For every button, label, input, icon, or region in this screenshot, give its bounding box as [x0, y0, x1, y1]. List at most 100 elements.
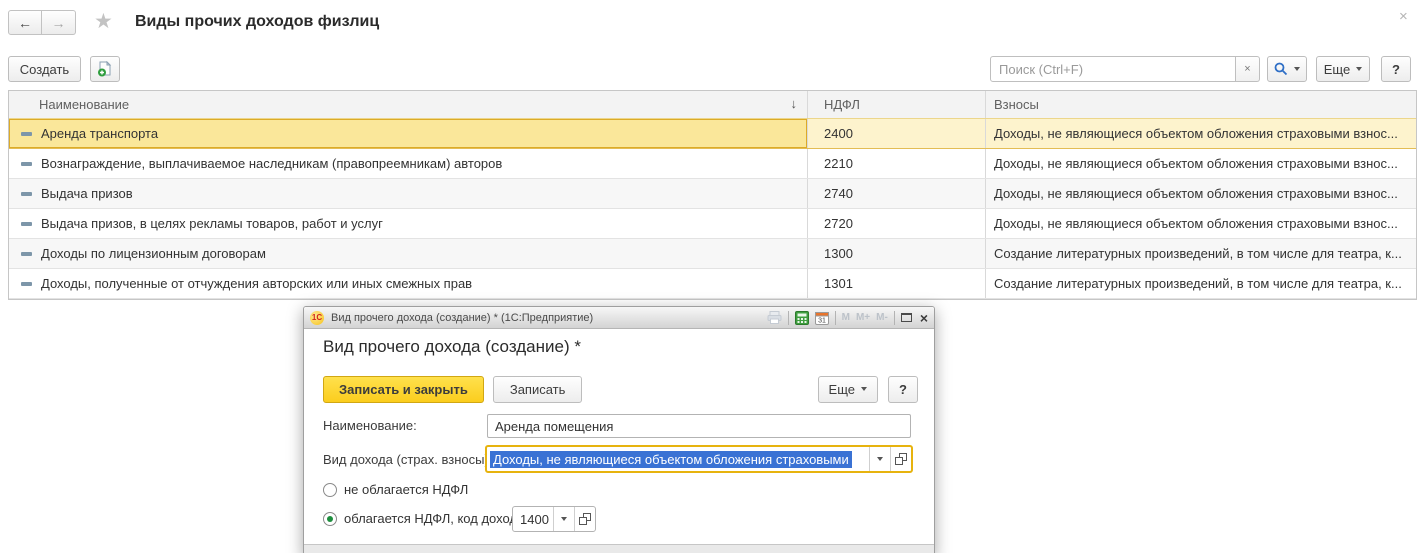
cell-ndfl[interactable]: 1301 — [807, 269, 985, 298]
item-dash-icon — [21, 162, 32, 166]
cell-name[interactable]: Вознаграждение, выплачиваемое наследника… — [9, 149, 807, 178]
cell-vznosy-text: Создание литературных произведений, в то… — [994, 276, 1402, 291]
cell-vznosy[interactable]: Создание литературных произведений, в то… — [985, 269, 1416, 298]
table-row[interactable]: Вознаграждение, выплачиваемое наследника… — [9, 149, 1416, 179]
dialog-titlebar[interactable]: 1С Вид прочего дохода (создание) * (1С:П… — [304, 307, 934, 329]
back-arrow-icon: ← — [18, 15, 32, 31]
income-code-open-button[interactable] — [574, 507, 595, 531]
calendar-icon[interactable]: 31 — [815, 311, 829, 325]
cell-name-text: Доходы по лицензионным договорам — [41, 246, 266, 261]
memory-button[interactable]: M — [842, 312, 850, 323]
name-field-label: Наименование: — [323, 418, 417, 433]
create-button-label: Создать — [20, 62, 69, 77]
search-clear-button[interactable]: × — [1236, 56, 1260, 82]
memory-plus-button[interactable]: M+ — [856, 312, 870, 323]
forward-arrow-icon: → — [52, 15, 66, 31]
print-icon[interactable] — [767, 311, 782, 324]
radio-no-ndfl[interactable]: не облагается НДФЛ — [323, 482, 468, 497]
save-and-close-button[interactable]: Записать и закрыть — [323, 376, 484, 403]
back-button[interactable]: ← — [8, 10, 42, 35]
cell-vznosy-text: Доходы, не являющиеся объектом обложения… — [994, 186, 1398, 201]
cell-name[interactable]: Выдача призов, в целях рекламы товаров, … — [9, 209, 807, 238]
open-in-window-icon — [895, 453, 907, 465]
maximize-icon[interactable] — [901, 313, 912, 322]
create-button[interactable]: Создать — [8, 56, 81, 82]
create-new-item-icon-button[interactable] — [90, 56, 120, 82]
more-button-label: Еще — [1324, 62, 1350, 77]
cell-vznosy[interactable]: Доходы, не являющиеся объектом обложения… — [985, 119, 1416, 148]
cell-name[interactable]: Выдача призов — [9, 179, 807, 208]
search-icon — [1274, 62, 1288, 76]
cell-vznosy-text: Доходы, не являющиеся объектом обложения… — [994, 216, 1398, 231]
help-button[interactable]: ? — [1381, 56, 1411, 82]
income-code-value[interactable]: 1400 — [513, 507, 553, 531]
calendar-day-label: 31 — [818, 317, 826, 324]
calculator-icon[interactable] — [795, 311, 809, 325]
dialog-help-button[interactable]: ? — [888, 376, 918, 403]
cell-vznosy-text: Доходы, не являющиеся объектом обложения… — [994, 156, 1398, 171]
dialog-bottom-frame — [304, 544, 934, 553]
dialog-more-label: Еще — [829, 382, 855, 397]
income-code-combo[interactable]: 1400 — [512, 506, 596, 532]
item-dash-icon — [21, 282, 32, 286]
table-row[interactable]: Доходы, полученные от отчуждения авторск… — [9, 269, 1416, 299]
dialog-heading: Вид прочего дохода (создание) * — [323, 337, 581, 357]
radio-selected-icon[interactable] — [323, 512, 337, 526]
page-close-icon[interactable]: × — [1399, 8, 1408, 25]
cell-vznosy[interactable]: Доходы, не являющиеся объектом обложения… — [985, 179, 1416, 208]
cell-name[interactable]: Доходы по лицензионным договорам — [9, 239, 807, 268]
cell-vznosy[interactable]: Доходы, не являющиеся объектом обложения… — [985, 149, 1416, 178]
dialog-button-row: Записать и закрыть Записать Еще ? — [323, 375, 918, 403]
income-type-value[interactable]: Доходы, не являющиеся объектом обложения… — [487, 447, 869, 471]
income-type-combo[interactable]: Доходы, не являющиеся объектом обложения… — [485, 445, 913, 473]
column-header-vznosy-label: Взносы — [994, 97, 1039, 112]
income-type-open-button[interactable] — [890, 447, 911, 471]
forward-button[interactable]: → — [42, 10, 76, 35]
column-header-vznosy[interactable]: Взносы — [985, 91, 1416, 118]
cell-ndfl[interactable]: 1300 — [807, 239, 985, 268]
chevron-down-icon — [561, 517, 567, 521]
radio-ndfl[interactable]: облагается НДФЛ, код дохода: — [323, 511, 528, 526]
more-button[interactable]: Еще — [1316, 56, 1370, 82]
save-button[interactable]: Записать — [493, 376, 583, 403]
cell-name-text: Аренда транспорта — [41, 126, 158, 141]
sort-arrow-icon: ↓ — [791, 96, 798, 111]
cell-name-text: Вознаграждение, выплачиваемое наследника… — [41, 156, 502, 171]
income-type-dropdown-button[interactable] — [869, 447, 890, 471]
titlebar-tools: 31 M M+ M- × — [767, 310, 928, 326]
cell-name-text: Доходы, полученные от отчуждения авторск… — [41, 276, 472, 291]
dialog-close-icon[interactable]: × — [920, 310, 928, 326]
radio-circle-icon[interactable] — [323, 483, 337, 497]
chevron-down-icon — [1294, 67, 1300, 71]
cell-ndfl-text: 1300 — [824, 246, 853, 261]
table-row[interactable]: Выдача призов 2740 Доходы, не являющиеся… — [9, 179, 1416, 209]
cell-vznosy[interactable]: Создание литературных произведений, в то… — [985, 239, 1416, 268]
cell-ndfl[interactable]: 2210 — [807, 149, 985, 178]
cell-vznosy[interactable]: Доходы, не являющиеся объектом обложения… — [985, 209, 1416, 238]
column-header-name[interactable]: Наименование ↓ — [9, 91, 807, 118]
search-input[interactable] — [990, 56, 1236, 82]
favorite-star-icon[interactable]: ★ — [94, 9, 113, 34]
titlebar-separator — [788, 311, 789, 325]
dialog-titlebar-title: Вид прочего дохода (создание) * (1С:Пред… — [331, 312, 767, 324]
cell-name[interactable]: Доходы, полученные от отчуждения авторск… — [9, 269, 807, 298]
dialog-help-label: ? — [899, 382, 907, 397]
memory-minus-button[interactable]: M- — [876, 312, 888, 323]
cell-vznosy-text: Создание литературных произведений, в то… — [994, 246, 1402, 261]
table-row[interactable]: Аренда транспорта 2400 Доходы, не являющ… — [9, 118, 1416, 149]
dialog-more-button[interactable]: Еще — [818, 376, 878, 403]
cell-ndfl[interactable]: 2400 — [807, 119, 985, 148]
column-header-ndfl[interactable]: НДФЛ — [807, 91, 985, 118]
income-code-dropdown-button[interactable] — [553, 507, 574, 531]
clear-icon: × — [1244, 63, 1250, 75]
cell-name[interactable]: Аренда транспорта — [9, 119, 807, 148]
name-input[interactable] — [487, 414, 911, 438]
cell-ndfl[interactable]: 2720 — [807, 209, 985, 238]
table-row[interactable]: Доходы по лицензионным договорам 1300 Со… — [9, 239, 1416, 269]
radio-no-ndfl-label: не облагается НДФЛ — [344, 482, 468, 497]
cell-ndfl[interactable]: 2740 — [807, 179, 985, 208]
create-income-type-dialog: 1С Вид прочего дохода (создание) * (1С:П… — [303, 306, 935, 553]
cell-ndfl-text: 2400 — [824, 126, 853, 141]
table-row[interactable]: Выдача призов, в целях рекламы товаров, … — [9, 209, 1416, 239]
search-options-button[interactable] — [1267, 56, 1307, 82]
